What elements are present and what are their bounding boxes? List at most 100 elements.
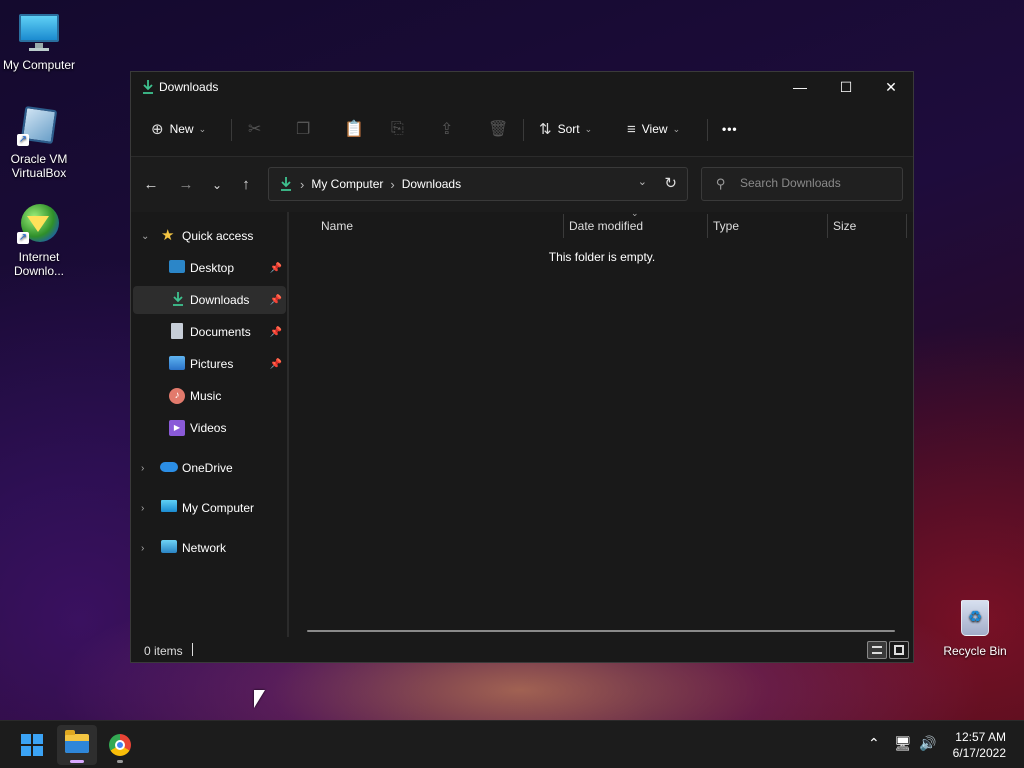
column-header-type[interactable]: Type — [713, 214, 739, 238]
folder-icon — [65, 730, 89, 753]
view-button[interactable]: ≡ View ⌄ — [627, 115, 680, 143]
nav-label: Music — [190, 389, 222, 403]
nav-label: My Computer — [182, 501, 255, 515]
address-dropdown-icon[interactable]: ⌄ — [638, 175, 647, 188]
nav-item-videos[interactable]: ▶ Videos — [133, 414, 286, 442]
nav-network[interactable]: › Network — [133, 534, 286, 562]
address-bar[interactable]: › My Computer › Downloads ⌄ ↻ — [268, 167, 688, 201]
nav-my-computer[interactable]: › My Computer — [133, 494, 286, 522]
taskbar: ⌃ 🖥 🔊 12:57 AM 6/17/2022 — [0, 720, 1024, 768]
copy-button[interactable]: ❐ — [296, 115, 310, 143]
navigation-pane: ⌄ ★ Quick access Desktop 📌 Downloads 📌 D… — [131, 212, 289, 637]
desktop-icon-label: My Computer — [2, 58, 76, 72]
column-divider[interactable] — [906, 214, 907, 238]
desktop-icon-my-computer[interactable]: My Computer — [0, 10, 78, 72]
rename-button[interactable]: ⎘ — [391, 115, 404, 143]
start-button[interactable] — [12, 725, 52, 765]
column-header-date-modified[interactable]: Date modified — [569, 214, 643, 238]
desktop-icon-label: Recycle Bin — [943, 644, 1007, 658]
details-view-button[interactable] — [867, 641, 887, 659]
nav-label: OneDrive — [182, 461, 233, 475]
rename-icon: ⎘ — [391, 120, 404, 137]
pictures-icon — [169, 356, 185, 370]
monitor-icon — [17, 10, 61, 54]
clock-date: 6/17/2022 — [952, 746, 1006, 760]
nav-item-downloads[interactable]: Downloads 📌 — [133, 286, 286, 314]
volume-icon[interactable]: 🔊 — [919, 735, 936, 752]
chevron-right-icon: › — [141, 462, 145, 474]
refresh-icon[interactable]: ↻ — [664, 174, 677, 192]
search-box[interactable]: ⚲ — [701, 167, 903, 201]
chrome-icon — [109, 734, 131, 756]
breadcrumb-my-computer[interactable]: My Computer — [311, 177, 383, 191]
delete-button[interactable]: 🗑 — [488, 115, 508, 143]
breadcrumb-downloads[interactable]: Downloads — [402, 177, 461, 191]
taskbar-file-explorer[interactable] — [57, 725, 97, 765]
network-tray-icon[interactable]: 🖥 — [894, 735, 912, 752]
trash-icon: 🗑 — [488, 121, 509, 138]
desktop-icon — [169, 260, 185, 273]
chevron-down-icon: ⌄ — [584, 123, 593, 134]
desktop-icon-recycle-bin[interactable]: ♻ Recycle Bin — [936, 596, 1014, 658]
chevron-right-icon: › — [141, 502, 145, 514]
maximize-button[interactable]: ☐ — [823, 72, 869, 102]
sort-icon: ⇅ — [539, 121, 552, 138]
desktop-icon-internet-download-manager[interactable]: ↗ Internet Downlo... — [0, 202, 78, 278]
paste-icon: 📋 — [344, 121, 364, 138]
tiles-view-button[interactable] — [889, 641, 909, 659]
minimize-button[interactable]: — — [777, 72, 823, 102]
new-button[interactable]: ⊕ New ⌄ — [151, 115, 206, 143]
explorer-body: ⌄ ★ Quick access Desktop 📌 Downloads 📌 D… — [131, 208, 913, 637]
close-button[interactable]: ✕ — [868, 72, 914, 102]
column-header-size[interactable]: Size — [833, 214, 856, 238]
nav-onedrive[interactable]: › OneDrive — [133, 454, 286, 482]
paste-button[interactable]: 📋 — [344, 115, 364, 143]
nav-item-pictures[interactable]: Pictures 📌 — [133, 350, 286, 378]
column-header-name[interactable]: Name — [321, 214, 353, 238]
pin-icon: 📌 — [269, 326, 282, 338]
recent-locations-button[interactable]: ⌄ — [207, 175, 227, 195]
share-button[interactable]: ⇪ — [440, 115, 453, 143]
chevron-down-icon: ⌄ — [141, 230, 150, 242]
file-explorer-window: Downloads — ☐ ✕ ⊕ New ⌄ ✂ ❐ 📋 ⎘ ⇪ 🗑 ⇅ So… — [130, 71, 914, 663]
nav-item-documents[interactable]: Documents 📌 — [133, 318, 286, 346]
chevron-right-icon: › — [390, 176, 395, 192]
pin-icon: 📌 — [269, 358, 282, 370]
column-divider[interactable] — [827, 214, 828, 238]
file-list: Name ⌄ Date modified Type Size This fold… — [291, 208, 913, 637]
view-label: View — [641, 122, 668, 136]
nav-item-desktop[interactable]: Desktop 📌 — [133, 254, 286, 282]
taskbar-chrome[interactable] — [100, 725, 140, 765]
recycle-bin-icon: ♻ — [953, 596, 997, 640]
search-input[interactable] — [740, 176, 890, 190]
nav-item-music[interactable]: ♪ Music — [133, 382, 286, 410]
up-button[interactable]: ↑ — [236, 175, 256, 195]
column-divider[interactable] — [707, 214, 708, 238]
pin-icon: 📌 — [269, 294, 282, 306]
nav-label: Quick access — [182, 229, 254, 243]
horizontal-scrollbar[interactable] — [307, 630, 895, 632]
search-icon: ⚲ — [716, 176, 726, 191]
more-options-button[interactable]: ••• — [722, 115, 738, 143]
sort-button[interactable]: ⇅ Sort ⌄ — [539, 115, 592, 143]
nav-label: Downloads — [190, 293, 250, 307]
column-divider[interactable] — [563, 214, 564, 238]
desktop-icon-virtualbox[interactable]: ↗ Oracle VM VirtualBox — [0, 104, 78, 180]
nav-label: Videos — [190, 421, 227, 435]
download-icon — [173, 292, 183, 306]
nav-label: Pictures — [190, 357, 234, 371]
nav-quick-access[interactable]: ⌄ ★ Quick access — [133, 222, 286, 250]
desktop-icon-label: Oracle VM VirtualBox — [10, 152, 68, 180]
running-indicator — [117, 760, 123, 763]
forward-button[interactable]: → — [176, 175, 196, 195]
back-button[interactable]: ← — [141, 175, 161, 195]
clock[interactable]: 12:57 AM 6/17/2022 — [953, 729, 1006, 761]
network-icon — [161, 540, 177, 553]
shortcut-arrow-icon: ↗ — [17, 134, 29, 146]
nav-label: Desktop — [190, 261, 235, 275]
show-hidden-icons-chevron-icon[interactable]: ⌃ — [868, 735, 880, 752]
cut-button[interactable]: ✂ — [248, 115, 261, 143]
title-bar[interactable]: Downloads — ☐ ✕ — [131, 72, 913, 102]
window-title: Downloads — [159, 80, 219, 94]
share-icon: ⇪ — [440, 121, 454, 138]
